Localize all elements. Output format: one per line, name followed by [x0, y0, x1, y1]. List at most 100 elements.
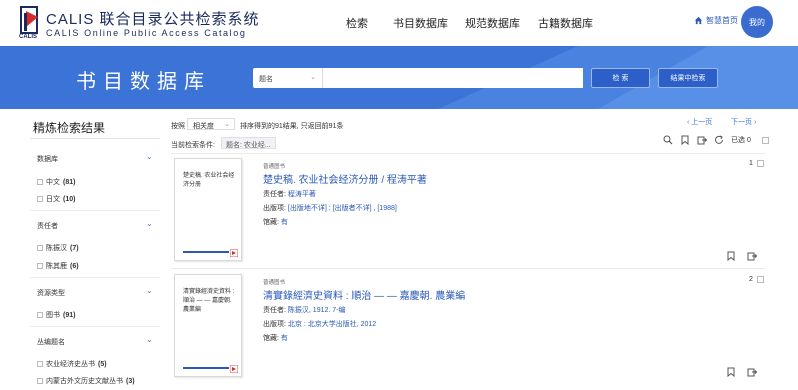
search-within-results-button[interactable]: 结果中检索 — [658, 68, 718, 88]
logo-small-text: CALIS — [19, 34, 37, 40]
chevron-down-icon[interactable]: ⌄ — [146, 152, 153, 161]
checkbox[interactable] — [37, 378, 43, 384]
logo-title[interactable]: CALIS 联合目录公共检索系统 — [46, 8, 260, 29]
checkbox[interactable] — [37, 312, 43, 318]
sort-value: 相关度 — [193, 123, 214, 130]
search-banner: 书目数据库 题名 ⌄ 检 索 结果中检索 — [0, 46, 798, 109]
facet-divider — [30, 277, 160, 278]
publisher-link[interactable]: [出版地不详] : [出版者不详] , [1988] — [288, 205, 397, 212]
nav-search[interactable]: 检索 — [346, 15, 368, 31]
facet-item-count: (6) — [70, 262, 79, 270]
facet-item-count: (5) — [98, 360, 107, 368]
facet-item-series-2[interactable]: 内蒙古外文历史文献丛书 (3) — [37, 376, 135, 386]
export-icon[interactable] — [747, 251, 757, 261]
chevron-down-icon[interactable]: ⌄ — [146, 335, 153, 344]
smart-home-link[interactable]: 智慧首页 — [694, 15, 738, 26]
record-responsibility: 责任者: 陈振汉, 1912. 7-编 — [263, 305, 345, 315]
next-page-link[interactable]: 下一页 › — [731, 117, 756, 127]
field-label: 馆藏: — [263, 219, 279, 226]
refresh-icon[interactable] — [714, 135, 724, 145]
checkbox[interactable] — [37, 245, 43, 251]
sort-label: 按照 — [171, 123, 185, 130]
facet-item-count: (91) — [63, 311, 76, 319]
record-item: 清實錄經濟史資料 : 順治 — — 嘉慶朝. 農業編 普通图书 清實錄經濟史資料… — [171, 274, 766, 382]
author-link[interactable]: 陈振汉, 1912. 7-编 — [288, 307, 346, 314]
search-field-select[interactable]: 题名 ⌄ — [253, 68, 323, 88]
facet-item-label: 陈其鹿 — [46, 263, 67, 270]
prev-page-link[interactable]: ‹ 上一页 — [687, 117, 712, 127]
search-input[interactable] — [323, 68, 583, 88]
refine-results-title: 精炼检索结果 — [33, 121, 106, 135]
publisher-link[interactable]: 北京 : 北京大学出版社, 2012 — [288, 321, 376, 328]
facet-header-author[interactable]: 责任者 — [37, 221, 58, 231]
facet-item-japanese[interactable]: 日文 (10) — [37, 194, 75, 204]
facet-header-database[interactable]: 数据库 — [37, 154, 58, 164]
next-page-label: 下一页 — [731, 119, 752, 126]
checkbox[interactable] — [37, 196, 43, 202]
facet-item-count: (10) — [63, 195, 76, 203]
nav-authority-db[interactable]: 规范数据库 — [465, 15, 520, 31]
cover-stripe — [183, 367, 229, 369]
sidebar-divider — [30, 138, 160, 139]
book-cover[interactable]: 清實錄經濟史資料 : 順治 — — 嘉慶朝. 農業編 — [174, 274, 242, 377]
nav-ancient-books-db[interactable]: 古籍数据库 — [538, 15, 593, 31]
bookmark-icon[interactable] — [726, 251, 736, 261]
record-title[interactable]: 楚史稿. 农业社会经济分册 / 程涛平著 — [263, 171, 427, 186]
prev-page-label: 上一页 — [691, 119, 713, 126]
chevron-down-icon[interactable]: ⌄ — [146, 219, 153, 228]
facet-item-author-2[interactable]: 陈其鹿 (6) — [37, 261, 79, 271]
result-count-info: 排序得到的91结果, 只返回前91条 — [240, 123, 344, 130]
facet-item-label: 日文 — [46, 196, 60, 203]
author-link[interactable]: 程涛平著 — [288, 191, 316, 198]
export-icon[interactable] — [747, 367, 757, 377]
record-checkbox[interactable] — [757, 276, 764, 283]
facet-item-series-1[interactable]: 农业经济史丛书 (5) — [37, 359, 107, 369]
header: CALIS CALIS 联合目录公共检索系统 CALIS Online Publ… — [0, 0, 798, 46]
select-all-checkbox[interactable] — [761, 136, 769, 144]
book-cover[interactable]: 楚史稿. 农业社会经济分册 — [174, 158, 242, 261]
facet-item-count: (3) — [126, 377, 135, 385]
calis-badge-icon — [230, 249, 238, 257]
bookmark-icon[interactable] — [726, 367, 736, 377]
facet-item-label: 陈振汉 — [46, 245, 67, 252]
facet-item-book[interactable]: 图书 (91) — [37, 310, 75, 320]
holdings-link[interactable]: 有 — [281, 335, 288, 342]
checkbox[interactable] — [37, 179, 43, 185]
field-label: 责任者: — [263, 191, 286, 198]
chevron-down-icon: ⌄ — [224, 121, 230, 128]
facet-divider — [30, 326, 160, 327]
chevron-down-icon: ⌄ — [310, 74, 316, 81]
search-icon[interactable] — [663, 135, 673, 145]
record-title[interactable]: 清實錄經濟史資料 : 順治 — — 嘉慶朝. 農業編 — [263, 287, 465, 302]
search-button[interactable]: 检 索 — [591, 68, 650, 88]
calis-badge-icon — [230, 365, 238, 373]
record-responsibility: 责任者: 程涛平著 — [263, 189, 316, 199]
my-account-avatar[interactable]: 我的 — [741, 6, 773, 38]
facet-header-series[interactable]: 丛编题名 — [37, 337, 65, 347]
facet-item-author-1[interactable]: 陈振汉 (7) — [37, 243, 79, 253]
nav-bibliographic-db[interactable]: 书目数据库 — [393, 15, 448, 31]
export-icon[interactable] — [697, 135, 707, 145]
record-number: 2 — [749, 276, 753, 283]
checkbox[interactable] — [37, 361, 43, 367]
sort-select[interactable]: 相关度 ⌄ — [187, 118, 235, 130]
chevron-down-icon[interactable]: ⌄ — [146, 286, 153, 295]
facet-item-label: 内蒙古外文历史文献丛书 — [46, 378, 123, 385]
holdings-link[interactable]: 有 — [281, 219, 288, 226]
selected-count: 已选 0 — [731, 137, 751, 144]
search-box: 题名 ⌄ — [253, 68, 583, 88]
record-checkbox[interactable] — [757, 160, 764, 167]
record-holdings: 馆藏: 有 — [263, 217, 288, 227]
condition-tag[interactable]: 题名: 农业经... — [221, 137, 276, 149]
bookmark-icon[interactable] — [680, 135, 690, 145]
checkbox[interactable] — [37, 263, 43, 269]
field-label: 出版项: — [263, 205, 286, 212]
results-toolbar: 已选 0 — [663, 135, 769, 145]
record-publication: 出版项: 北京 : 北京大学出版社, 2012 — [263, 319, 376, 329]
field-label: 馆藏: — [263, 335, 279, 342]
facet-item-count: (7) — [70, 244, 79, 252]
facet-header-resource-type[interactable]: 资源类型 — [37, 288, 65, 298]
record-divider — [171, 153, 766, 154]
record-number: 1 — [749, 160, 753, 167]
facet-item-chinese[interactable]: 中文 (81) — [37, 177, 75, 187]
